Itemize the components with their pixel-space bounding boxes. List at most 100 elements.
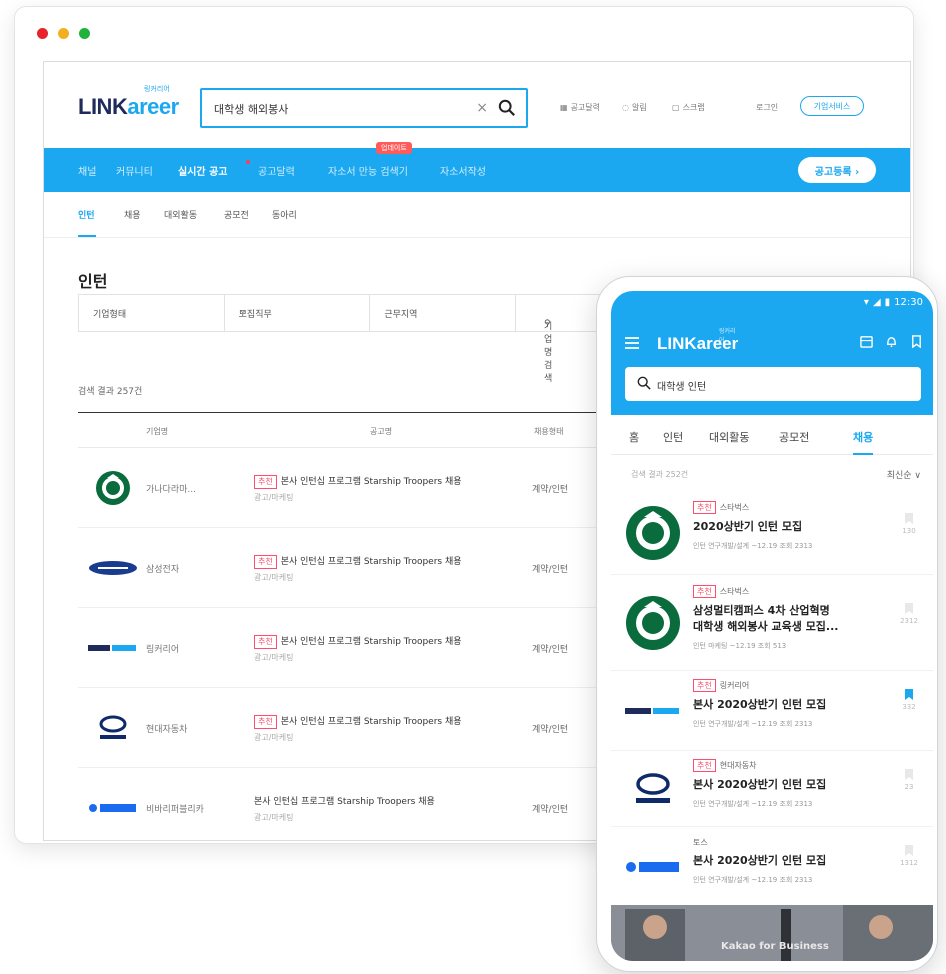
post-job-button[interactable]: 공고등록 ›: [798, 157, 876, 183]
tab-activities[interactable]: 대외활동: [164, 208, 197, 221]
tab-recruit[interactable]: 채용: [853, 429, 873, 445]
list-item[interactable]: 추천 스타벅스 2020상반기 인턴 모집 인턴 연구개발/설계 ~12.19 조…: [611, 491, 933, 575]
bookmark-icon[interactable]: [910, 335, 923, 348]
job-title[interactable]: 2020상반기 인턴 모집: [693, 519, 802, 535]
page-title: 인턴: [78, 272, 108, 291]
company-type-filter[interactable]: 기업형태: [79, 295, 225, 331]
tab-intern[interactable]: 인턴: [663, 429, 683, 445]
clear-icon[interactable]: ×: [476, 100, 488, 116]
recommend-badge: 추천: [693, 501, 716, 514]
close-window-button[interactable]: [37, 28, 48, 39]
signal-icon: ◢: [872, 297, 881, 308]
starbucks-logo: [625, 595, 681, 651]
battery-icon: ▮: [884, 297, 891, 308]
window-controls: [37, 28, 90, 39]
mobile-screen: ▾ ◢ ▮ 12:30 LINKareer 링커리어 대학생 인턴 홈 인턴 대…: [611, 291, 933, 961]
corporate-service-button[interactable]: 기업서비스: [800, 96, 864, 116]
nav-item-realtime[interactable]: 실시간 공고: [178, 163, 227, 178]
login-link[interactable]: 로그인: [756, 102, 778, 113]
company-name: 가나다라마...: [146, 485, 196, 495]
job-category: 광고/마케팅: [254, 493, 294, 502]
nav-item-essay-search[interactable]: 자소서 만능 검색기: [328, 163, 408, 178]
job-meta: 인턴 연구개발/설계 ~12.19 조회 2313: [693, 800, 813, 808]
maximize-window-button[interactable]: [79, 28, 90, 39]
company-name: 토스: [693, 838, 708, 847]
job-title[interactable]: 본사 2020상반기 인턴 모집: [693, 777, 826, 793]
job-title[interactable]: 본사 인턴십 프로그램 Starship Troopers 채용: [281, 717, 462, 727]
col-type: 채용형태: [534, 427, 564, 436]
calendar-icon[interactable]: [860, 335, 873, 348]
bookmark-icon[interactable]: [905, 513, 913, 524]
mobile-search-input[interactable]: 대학생 인턴: [657, 378, 706, 393]
tab-recruit[interactable]: 채용: [124, 208, 141, 221]
job-type: 계약/인턴: [532, 725, 569, 735]
list-item[interactable]: 토스 본사 2020상반기 인턴 모집 인턴 연구개발/설계 ~12.19 조회…: [611, 827, 933, 905]
recommend-badge: 추천: [254, 475, 277, 489]
list-item[interactable]: 추천 스타벅스 삼성멀티캠퍼스 4차 산업혁명 대학생 해외봉사 교육생 모집..…: [611, 575, 933, 671]
col-title: 공고명: [370, 427, 393, 436]
job-category: 광고/마케팅: [254, 813, 294, 822]
starbucks-logo: [88, 466, 138, 510]
nav-item-community[interactable]: 커뮤니티: [116, 163, 153, 178]
tab-club[interactable]: 동아리: [272, 208, 297, 221]
list-item[interactable]: 추천 링커리어 본사 2020상반기 인턴 모집 인턴 연구개발/설계 ~12.1…: [611, 671, 933, 751]
search-icon[interactable]: [498, 99, 516, 117]
job-title-line2[interactable]: 대학생 해외봉사 교육생 모집...: [693, 619, 838, 635]
job-title[interactable]: 본사 인턴십 프로그램 Starship Troopers 채용: [281, 637, 462, 647]
job-type-filter[interactable]: 모집직무 ⌄: [225, 295, 371, 331]
bookmark-icon[interactable]: [905, 769, 913, 780]
minimize-window-button[interactable]: [58, 28, 69, 39]
bookmark-icon-active[interactable]: [905, 689, 913, 700]
samsung-logo: [88, 546, 138, 590]
mobile-search-box[interactable]: 대학생 인턴: [625, 367, 921, 401]
nav-item-calendar[interactable]: 공고달력: [258, 163, 295, 178]
scrap-link[interactable]: ▢ 스크랩: [672, 102, 705, 113]
bell-icon[interactable]: [885, 335, 898, 348]
region-filter[interactable]: 근무지역: [370, 295, 516, 331]
recommend-badge: 추천: [254, 555, 277, 569]
job-title[interactable]: 본사 2020상반기 인턴 모집: [693, 697, 826, 713]
job-category: 광고/마케팅: [254, 573, 294, 582]
linkareer-logo[interactable]: LINKareer 링커리어: [657, 329, 738, 354]
tab-contest[interactable]: 공모전: [779, 429, 809, 445]
linkareer-logo[interactable]: LINKareer 링커리어: [78, 86, 179, 120]
company-name: 삼성전자: [146, 565, 180, 575]
job-type: 계약/인턴: [532, 805, 569, 815]
menu-icon[interactable]: [625, 337, 639, 352]
search-input[interactable]: 대학생 해외봉사: [214, 101, 288, 117]
company-name: 현대자동차: [146, 725, 188, 735]
sort-dropdown[interactable]: 최신순 ∨: [887, 468, 921, 481]
tab-home[interactable]: 홈: [629, 429, 639, 445]
job-category: 광고/마케팅: [254, 653, 294, 662]
nav-item-essay-write[interactable]: 자소서작성: [440, 163, 486, 178]
bookmark-icon[interactable]: [905, 845, 913, 856]
tab-activities[interactable]: 대외활동: [709, 429, 749, 445]
nav-item-channel[interactable]: 채널: [78, 163, 96, 178]
company-name: 비바리퍼블리카: [146, 805, 204, 815]
job-meta: 인턴 연구개발/설계 ~12.19 조회 2313: [693, 876, 813, 884]
job-title[interactable]: 본사 2020상반기 인턴 모집: [693, 853, 826, 869]
update-badge: 업데이트: [376, 142, 412, 154]
tab-contest[interactable]: 공모전: [224, 208, 249, 221]
company-name: 링커리어: [719, 681, 750, 690]
calendar-link[interactable]: ▦ 공고달력: [560, 102, 600, 113]
job-title[interactable]: 본사 인턴십 프로그램 Starship Troopers 채용: [281, 557, 462, 567]
job-title[interactable]: 삼성멀티캠퍼스 4차 산업혁명: [693, 603, 830, 619]
mobile-tabs: 홈 인턴 대외활동 공모전 채용: [611, 415, 933, 455]
promo-banner[interactable]: Kakao for Business: [611, 905, 933, 961]
notification-link[interactable]: ◌ 알림: [622, 102, 647, 113]
bookmark-count: 1312: [900, 859, 918, 867]
tab-intern[interactable]: 인턴: [78, 208, 95, 221]
status-bar: ▾ ◢ ▮ 12:30: [864, 297, 923, 308]
search-box[interactable]: 대학생 해외봉사 ×: [200, 88, 528, 128]
job-title[interactable]: 본사 인턴십 프로그램 Starship Troopers 채용: [254, 794, 435, 807]
company-name: 링커리어: [146, 645, 180, 655]
bookmark-icon[interactable]: [905, 603, 913, 614]
job-title[interactable]: 본사 인턴십 프로그램 Starship Troopers 채용: [281, 477, 462, 487]
job-type: 계약/인턴: [532, 485, 569, 495]
result-info: 검색 결과 252건 최신순 ∨: [611, 455, 933, 491]
calendar-icon: ▦: [560, 103, 568, 112]
top-header: LINKareer 링커리어 대학생 해외봉사 × ▦ 공고달력 ◌ 알림 ▢ 스크랩…: [44, 62, 910, 148]
new-indicator-dot: [246, 160, 250, 164]
list-item[interactable]: 추천 현대자동차 본사 2020상반기 인턴 모집 인턴 연구개발/설계 ~12.…: [611, 751, 933, 827]
